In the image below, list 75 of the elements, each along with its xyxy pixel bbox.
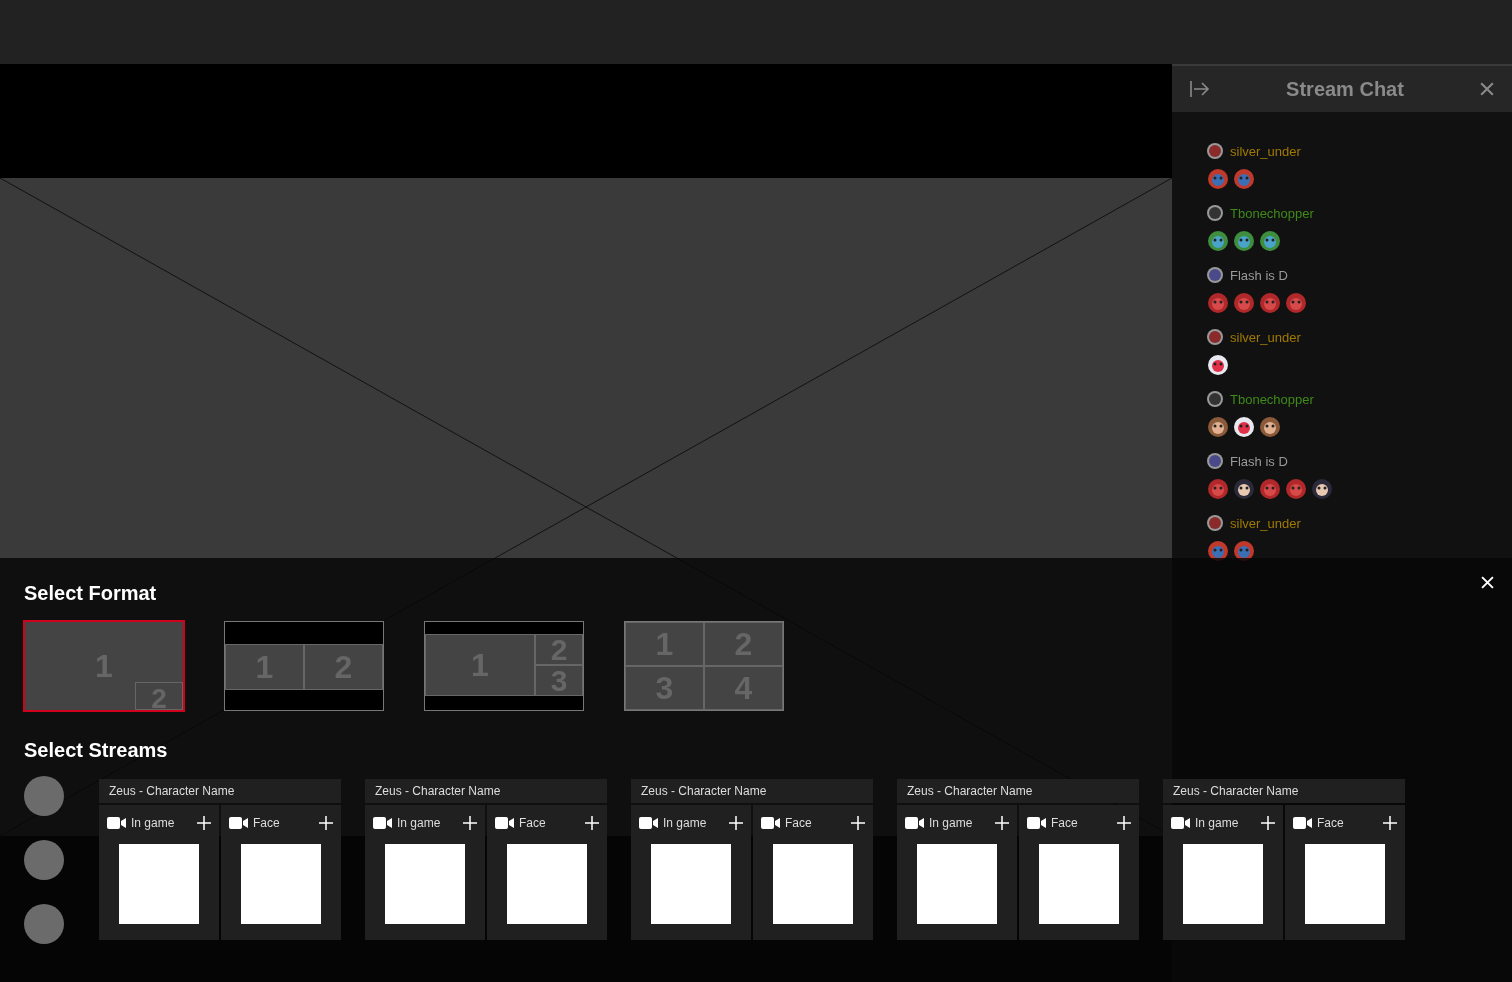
emote-icon [1206,166,1230,190]
user-avatar[interactable] [24,776,64,816]
chat-username: silver_under [1230,329,1301,345]
chat-username: Tbonechopper [1230,205,1314,221]
add-icon[interactable] [461,814,479,832]
source-label: In game [397,816,442,830]
user-avatar[interactable] [24,840,64,880]
user-badge-icon [1206,204,1224,222]
user-badge-icon [1206,452,1224,470]
video-camera-icon [229,817,249,829]
emote-icon [1258,476,1282,500]
emote-icon [1206,228,1230,252]
section-title: Select Streams [24,738,168,763]
chat-username: Flash is D [1230,453,1288,469]
emote-icon [1310,476,1334,500]
emote-icon [1232,290,1256,314]
source-label: In game [929,816,974,830]
emote-icon [1206,414,1230,438]
user-avatar[interactable] [24,904,64,944]
user-badge-icon [1206,328,1224,346]
stream-title: Zeus - Character Name [365,779,607,803]
stream-title: Zeus - Character Name [631,779,873,803]
user-badge-icon [1206,514,1224,532]
video-camera-icon [905,817,925,829]
add-icon[interactable] [727,814,745,832]
add-icon[interactable] [1259,814,1277,832]
chat-username: silver_under [1230,143,1301,159]
emote-icon [1258,290,1282,314]
source-label: In game [131,816,176,830]
section-title: Select Format [24,581,157,606]
add-icon[interactable] [1115,814,1133,832]
add-icon[interactable] [195,814,213,832]
emote-icon [1232,414,1256,438]
emote-icon [1232,166,1256,190]
video-camera-icon [373,817,393,829]
source-label: Face [519,816,547,830]
video-camera-icon [495,817,515,829]
video-camera-icon [761,817,781,829]
emote-icon [1284,476,1308,500]
source-label: Face [253,816,281,830]
video-camera-icon [1171,817,1191,829]
source-label: Face [785,816,813,830]
collapse-icon[interactable] [1188,78,1212,100]
user-badge-icon [1206,390,1224,408]
chat-username: silver_under [1230,515,1301,531]
close-icon[interactable] [1481,576,1494,589]
user-badge-icon [1206,266,1224,284]
emote-icon [1232,228,1256,252]
emote-icon [1232,476,1256,500]
stream-title: Zeus - Character Name [1163,779,1405,803]
source-label: Face [1051,816,1079,830]
add-icon[interactable] [583,814,601,832]
emote-icon [1206,290,1230,314]
video-camera-icon [107,817,127,829]
video-camera-icon [1293,817,1313,829]
source-label: In game [663,816,708,830]
video-camera-icon [639,817,659,829]
chat-username: Tbonechopper [1230,391,1314,407]
emote-icon [1258,414,1282,438]
add-icon[interactable] [1381,814,1399,832]
emote-icon [1258,228,1282,252]
emote-icon [1206,352,1230,376]
chat-username: Flash is D [1230,267,1288,283]
stream-title: Zeus - Character Name [897,779,1139,803]
user-badge-icon [1206,142,1224,160]
video-camera-icon [1027,817,1047,829]
emote-icon [1284,290,1308,314]
chat-title: Stream Chat [1286,77,1404,101]
source-label: Face [1317,816,1345,830]
add-icon[interactable] [849,814,867,832]
add-icon[interactable] [317,814,335,832]
stream-title: Zeus - Character Name [99,779,341,803]
emote-icon [1206,476,1230,500]
add-icon[interactable] [993,814,1011,832]
source-label: In game [1195,816,1240,830]
